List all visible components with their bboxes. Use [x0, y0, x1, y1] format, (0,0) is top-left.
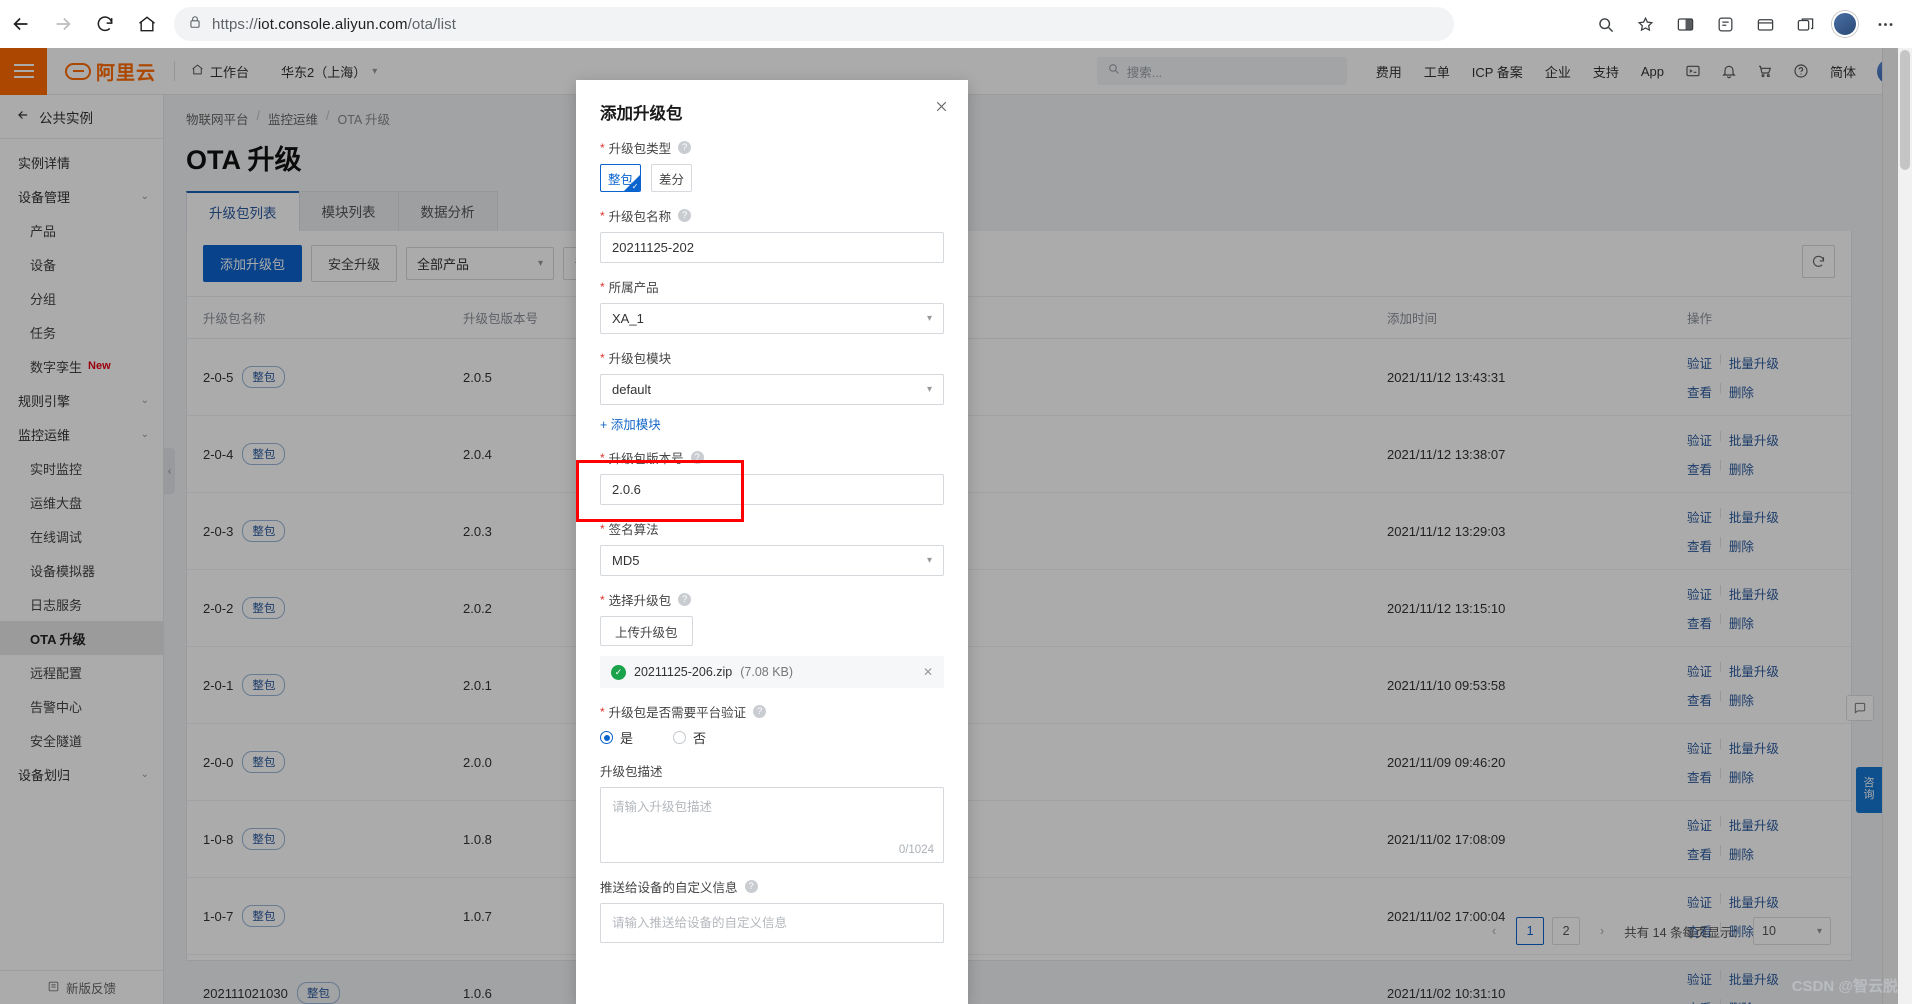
label-sign-algorithm: * 签名算法 [600, 521, 659, 538]
radio-dot [673, 731, 687, 744]
add-module-link[interactable]: + 添加模块 [600, 414, 661, 433]
back-arrow-icon[interactable] [0, 3, 42, 45]
zoom-icon[interactable] [1586, 5, 1624, 43]
label-product: * 所属产品 [600, 279, 659, 296]
help-icon[interactable]: ? [744, 880, 758, 893]
module-select-value: default [612, 382, 652, 397]
uploaded-file-name: 20211125-206.zip [634, 665, 733, 679]
description-textarea[interactable]: 请输入升级包描述 0/1024 [600, 787, 944, 863]
radio-dot-selected [600, 731, 613, 744]
label-module: * 升级包模块 [600, 350, 672, 367]
required-mark: * [600, 279, 605, 294]
sign-algorithm-select[interactable]: MD5 ▾ [600, 545, 944, 576]
radio-verify-no[interactable]: 否 [673, 728, 706, 747]
help-icon[interactable]: ? [690, 451, 704, 464]
package-name-input[interactable]: 20211125-202 [600, 232, 944, 263]
sign-algorithm-value: MD5 [612, 553, 640, 568]
field-package-name: * 升级包名称 ? 20211125-202 [600, 206, 944, 263]
required-mark: * [600, 592, 605, 607]
package-type-option-full[interactable]: 整包 ✓ [600, 164, 641, 192]
chevron-down-icon: ▾ [926, 313, 932, 324]
scrollbar-thumb[interactable] [1900, 50, 1910, 170]
uploaded-file-row: ✓ 20211125-206.zip (7.08 KB) ✕ [600, 656, 944, 688]
field-product: * 所属产品 XA_1 ▾ [600, 277, 944, 334]
reload-icon[interactable] [84, 3, 126, 45]
avatar[interactable] [1826, 5, 1864, 43]
label-custom-info: 推送给设备的自定义信息 ? [600, 877, 944, 896]
custom-info-textarea[interactable]: 请输入推送给设备的自定义信息 [600, 903, 944, 943]
field-platform-verify: * 升级包是否需要平台验证 ? 是 否 [600, 702, 944, 747]
product-select[interactable]: XA_1 ▾ [600, 303, 944, 334]
label-platform-verify: * 升级包是否需要平台验证 ? [600, 702, 944, 721]
field-sign-algorithm: * 签名算法 MD5 ▾ [600, 519, 944, 576]
more-options-icon[interactable] [1866, 5, 1904, 43]
platform-verify-radio-group: 是 否 [600, 728, 944, 747]
version-input[interactable]: 2.0.6 [600, 474, 944, 505]
help-icon[interactable]: ? [753, 705, 767, 718]
browser-toolbar: https://iot.console.aliyun.com/ota/list [0, 0, 1912, 48]
field-package-type: * 升级包类型 ? 整包 ✓ 差分 [600, 138, 944, 192]
label-package-name: * 升级包名称 ? [600, 206, 944, 225]
required-mark: * [600, 704, 605, 719]
dialog-title: 添加升级包 [600, 105, 683, 123]
address-bar-text: https://iot.console.aliyun.com/ota/list [212, 15, 457, 33]
address-bar[interactable]: https://iot.console.aliyun.com/ota/list [174, 7, 1454, 41]
chevron-down-icon: ▾ [926, 555, 932, 566]
label-version: * 升级包版本号 ? [600, 448, 944, 467]
home-icon[interactable] [126, 3, 168, 45]
dialog-body: * 升级包类型 ? 整包 ✓ 差分 * 升级包名称 ? 20211125-202… [576, 130, 968, 977]
page-scrollbar[interactable] [1898, 48, 1912, 1004]
watermark: CSDN @智云脱 [1791, 978, 1898, 995]
uploaded-file-size: (7.08 KB) [740, 665, 794, 679]
field-custom-info: 推送给设备的自定义信息 ? 请输入推送给设备的自定义信息 [600, 877, 944, 943]
required-mark: * [600, 208, 605, 223]
radio-verify-yes[interactable]: 是 [600, 728, 633, 747]
module-select[interactable]: default ▾ [600, 374, 944, 405]
lock-icon [188, 15, 202, 34]
upload-package-button[interactable]: 上传升级包 [600, 616, 693, 646]
product-select-value: XA_1 [612, 311, 644, 326]
package-type-segmented: 整包 ✓ 差分 [600, 164, 944, 192]
label-select-package: * 选择升级包 ? [600, 590, 944, 609]
browser-actions [1586, 5, 1912, 43]
description-placeholder: 请输入升级包描述 [612, 800, 713, 814]
collections-icon[interactable] [1706, 5, 1744, 43]
description-counter: 0/1024 [898, 844, 934, 856]
tab-actions-icon[interactable] [1786, 5, 1824, 43]
browser-essentials-icon[interactable] [1746, 5, 1784, 43]
required-mark: * [600, 350, 605, 365]
package-type-option-diff[interactable]: 差分 [651, 164, 692, 192]
remove-icon[interactable]: ✕ [923, 665, 933, 679]
required-mark: * [600, 140, 605, 155]
label-package-type: * 升级包类型 ? [600, 138, 944, 157]
help-icon[interactable]: ? [678, 209, 692, 222]
field-version: * 升级包版本号 ? 2.0.6 [600, 448, 944, 505]
required-mark: * [600, 521, 605, 536]
chevron-down-icon: ▾ [926, 384, 932, 395]
field-description: 升级包描述 请输入升级包描述 0/1024 [600, 761, 944, 863]
dialog-header: 添加升级包 [576, 80, 968, 130]
close-icon[interactable] [933, 98, 950, 120]
check-icon: ✓ [631, 181, 639, 191]
add-package-dialog: 添加升级包 * 升级包类型 ? 整包 ✓ 差分 * 升级包名称 ? 202111… [576, 80, 968, 1004]
custom-info-placeholder: 请输入推送给设备的自定义信息 [612, 916, 788, 930]
help-icon[interactable]: ? [678, 593, 692, 606]
star-add-icon[interactable] [1626, 5, 1664, 43]
field-module: * 升级包模块 default ▾ + 添加模块 [600, 348, 944, 434]
split-screen-icon[interactable] [1666, 5, 1704, 43]
forward-arrow-icon[interactable] [42, 3, 84, 45]
help-icon[interactable]: ? [678, 141, 692, 154]
check-circle-icon: ✓ [611, 664, 626, 680]
required-mark: * [600, 450, 605, 465]
field-select-package: * 选择升级包 ? 上传升级包 ✓ 20211125-206.zip (7.08… [600, 590, 944, 688]
label-description: 升级包描述 [600, 765, 663, 779]
